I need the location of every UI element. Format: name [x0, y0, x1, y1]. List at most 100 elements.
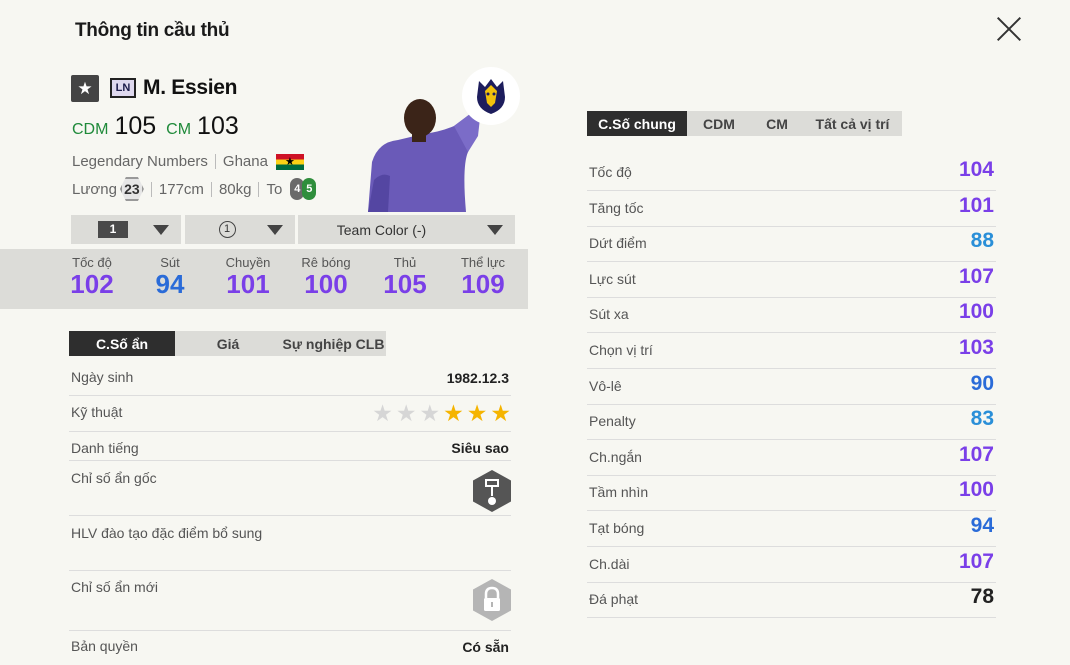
info-row-new-traits: Chỉ số ẩn mới	[69, 572, 511, 631]
stat-row: Đá phạt 78	[587, 582, 996, 619]
stat-value: 107	[958, 442, 994, 466]
position-ovr: 103	[197, 112, 239, 140]
season-badge: LN	[110, 78, 136, 98]
foot-badges: 4 5	[290, 178, 317, 200]
stat-label: Dứt điểm	[589, 235, 647, 252]
position-ratings: CDM 105 CM 103	[72, 112, 243, 141]
stat-row: Sút xa 100	[587, 297, 996, 334]
summary-stat: Tốc độ 102	[70, 255, 114, 299]
stat-label: Sút xa	[589, 306, 629, 323]
tab-cm[interactable]: CM	[751, 111, 803, 136]
info-row-fame: Danh tiếng Siêu sao	[69, 433, 511, 461]
stat-label: Ch.dài	[589, 555, 630, 572]
tab-general-stats[interactable]: C.Số chung	[587, 111, 687, 136]
stat-value: 100	[958, 478, 994, 502]
stat-value: 88	[970, 229, 994, 253]
info-row-original-traits: Chỉ số ẩn gốc	[69, 462, 511, 516]
team-color-dropdown[interactable]: Team Color (-)	[298, 215, 515, 244]
tab-club-career[interactable]: Sự nghiệp CLB	[281, 331, 386, 356]
star-icon: ★	[419, 400, 441, 426]
player-meta-line-1: Legendary Numbers Ghana	[72, 153, 304, 170]
height: 177cm	[158, 180, 204, 198]
stat-value: 83	[970, 407, 994, 431]
stat-row: Vô-lê 90	[587, 369, 996, 405]
stat-value: 107	[958, 549, 994, 573]
position-code: CM	[166, 121, 192, 138]
summary-stats: Tốc độ 102 Sút 94 Chuyền 101 Rê bóng 100…	[0, 249, 528, 309]
season-name: Legendary Numbers	[72, 153, 208, 170]
body-type: To	[266, 180, 283, 198]
tab-hidden-stats[interactable]: C.Số ẩn	[69, 331, 175, 356]
stat-value: 103	[958, 336, 994, 359]
star-icon: ★	[395, 400, 417, 426]
stat-row: Tầm nhìn 100	[587, 475, 996, 512]
stat-label: Đá phạt	[589, 591, 639, 608]
info-row-coach-traits: HLV đào tạo đặc điểm bổ sung	[69, 517, 511, 571]
stat-value: 101	[958, 193, 994, 217]
left-tab-bar: C.Số ẩn Giá Sự nghiệp CLB	[69, 331, 386, 356]
club-logo-icon	[462, 67, 520, 125]
star-icon: ★	[443, 400, 464, 426]
stat-label: Tăng tốc	[589, 199, 644, 216]
summary-stat: Thể lực 109	[460, 255, 506, 299]
stat-row: Ch.dài 107	[587, 547, 996, 583]
stat-row: Penalty 83	[587, 404, 996, 441]
close-icon[interactable]	[992, 12, 1026, 46]
page-title: Thông tin cầu thủ	[75, 20, 230, 41]
stat-row: Chọn vị trí 103	[587, 333, 996, 369]
stat-label: Ch.ngắn	[589, 448, 642, 465]
upgrade-level-dropdown[interactable]: 1	[71, 215, 181, 244]
team-color-label: Team Color (-)	[336, 221, 427, 238]
stat-label: Lực sút	[589, 270, 636, 287]
nation-name: Ghana	[222, 153, 268, 170]
summary-stat: Chuyền 101	[225, 255, 271, 299]
summary-stat: Rê bóng 100	[301, 255, 351, 299]
ghana-flag-icon	[275, 153, 304, 170]
stat-label: Vô-lê	[589, 377, 622, 394]
stat-row: Dứt điểm 88	[587, 226, 996, 263]
lock-icon[interactable]	[473, 579, 511, 621]
stat-label: Tốc độ	[589, 164, 632, 180]
star-icon: ★	[372, 400, 393, 426]
info-row-birthday: Ngày sinh 1982.12.3	[69, 368, 511, 396]
favorite-star-icon[interactable]: ★	[71, 75, 99, 102]
stat-value: 107	[958, 264, 994, 288]
stat-row: Tạt bóng 94	[587, 511, 996, 547]
chevron-down-icon	[487, 225, 503, 235]
player-name: M. Essien	[143, 76, 238, 99]
salary-badge: 23	[119, 177, 144, 201]
tab-price[interactable]: Giá	[175, 331, 281, 356]
summary-stat: Sút 94	[155, 255, 185, 299]
skill-stars: ★ ★ ★ ★ ★ ★	[372, 402, 511, 425]
position-ovr: 105	[114, 112, 157, 140]
chevron-down-icon	[267, 225, 283, 235]
stat-label: Penalty	[589, 413, 636, 430]
stat-label: Chọn vị trí	[589, 342, 653, 358]
info-row-license: Bản quyền Có sẵn	[71, 638, 509, 655]
trait-icon[interactable]	[473, 470, 511, 512]
stat-row: Ch.ngắn 107	[587, 440, 996, 476]
stat-value: 94	[970, 514, 994, 537]
star-icon: ★	[490, 400, 511, 426]
team-color-level-value: 1	[218, 221, 236, 238]
weight: 80kg	[218, 180, 252, 198]
stat-row: Lực sút 107	[587, 262, 996, 298]
stat-value: 90	[970, 371, 994, 395]
stat-row: Tăng tốc 101	[587, 191, 996, 227]
upgrade-level-value: 1	[98, 221, 128, 238]
right-tab-bar: C.Số chung CDM CM Tất cả vị trí	[587, 111, 902, 136]
player-meta-line-2: Lương 23 177cm 80kg To 4 5	[72, 177, 317, 201]
stat-value: 104	[958, 158, 994, 181]
stat-label: Tầm nhìn	[589, 484, 649, 501]
tab-all-positions[interactable]: Tất cả vị trí	[803, 111, 902, 136]
star-icon: ★	[466, 400, 488, 426]
stat-row: Tốc độ 104	[587, 155, 996, 191]
stat-value: 100	[958, 300, 994, 324]
info-row-skill: Kỹ thuật ★ ★ ★ ★ ★ ★	[69, 397, 511, 432]
stat-value: 78	[970, 585, 994, 609]
stat-label: Tạt bóng	[589, 520, 645, 536]
strong-foot-badge: 5	[302, 178, 317, 200]
team-color-level-dropdown[interactable]: 1	[185, 215, 295, 244]
salary-label: Lương	[72, 180, 117, 198]
tab-cdm[interactable]: CDM	[687, 111, 751, 136]
